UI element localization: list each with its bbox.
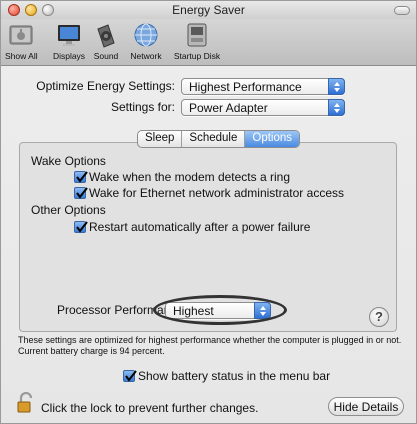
battery-status-label: Show battery status in the menu bar xyxy=(138,369,331,383)
wake-options-heading: Wake Options xyxy=(31,154,106,168)
network-icon xyxy=(132,21,160,49)
wake-ethernet-label: Wake for Ethernet network administrator … xyxy=(89,186,344,200)
info-text-line2: Current battery charge is 94 percent. xyxy=(18,346,165,356)
optimize-select-value: Highest Performance xyxy=(189,80,302,94)
toolbar-displays[interactable]: Displays xyxy=(49,21,89,63)
disk-icon xyxy=(183,21,211,49)
info-text-line1: These settings are optimized for highest… xyxy=(18,335,402,345)
optimize-select[interactable]: Highest Performance xyxy=(181,78,345,95)
lock-text: Click the lock to prevent further change… xyxy=(41,401,259,415)
toolbar-sound[interactable]: Sound xyxy=(89,21,123,63)
tab-sleep[interactable]: Sleep xyxy=(138,131,183,147)
window-title: Energy Saver xyxy=(172,3,245,17)
help-button[interactable]: ? xyxy=(369,307,389,327)
restart-label: Restart automatically after a power fail… xyxy=(89,220,311,234)
checkbox-checked-icon xyxy=(123,370,137,382)
settings-for-select[interactable]: Power Adapter xyxy=(181,99,345,116)
energy-saver-window: Energy Saver Show All Displays Sound Net… xyxy=(0,0,417,424)
hide-details-button[interactable]: Hide Details xyxy=(328,397,404,416)
other-options-heading: Other Options xyxy=(31,203,106,217)
toolbar: Show All Displays Sound Network Startup … xyxy=(1,19,416,66)
checkbox-checked-icon xyxy=(74,221,88,233)
toolbar-sound-label: Sound xyxy=(93,51,119,61)
title-bar: Energy Saver xyxy=(1,1,416,19)
toolbar-show-all[interactable]: Show All xyxy=(5,21,38,63)
toolbar-displays-label: Displays xyxy=(52,51,86,61)
toolbar-toggle-button[interactable] xyxy=(394,6,410,15)
toolbar-show-all-label: Show All xyxy=(5,51,38,61)
toolbar-startup-disk-label: Startup Disk xyxy=(173,51,221,61)
popup-arrows-icon xyxy=(328,78,345,95)
toolbar-startup-disk[interactable]: Startup Disk xyxy=(172,21,222,63)
toolbar-network-label: Network xyxy=(130,51,162,61)
apple-icon xyxy=(7,21,35,49)
wake-modem-label: Wake when the modem detects a ring xyxy=(89,170,290,184)
optimize-label: Optimize Energy Settings: xyxy=(36,79,175,93)
settings-for-label: Settings for: xyxy=(110,100,175,114)
toolbar-network[interactable]: Network xyxy=(124,21,168,63)
tab-options[interactable]: Options xyxy=(245,131,300,147)
processor-performance-label: Processor Performanc xyxy=(57,303,177,317)
checkbox-checked-icon xyxy=(74,171,88,183)
checkbox-checked-icon xyxy=(74,187,88,199)
lock-icon xyxy=(17,391,35,417)
popup-arrows-icon xyxy=(328,99,345,116)
content-area: Optimize Energy Settings: Highest Perfor… xyxy=(1,67,416,424)
highlight-oval xyxy=(153,295,287,325)
speaker-icon xyxy=(92,21,120,49)
display-icon xyxy=(55,21,83,49)
lock-button[interactable] xyxy=(17,391,35,417)
tab-bar: Sleep Schedule Options xyxy=(137,130,301,148)
settings-for-select-value: Power Adapter xyxy=(189,101,268,115)
tab-schedule[interactable]: Schedule xyxy=(182,131,246,147)
